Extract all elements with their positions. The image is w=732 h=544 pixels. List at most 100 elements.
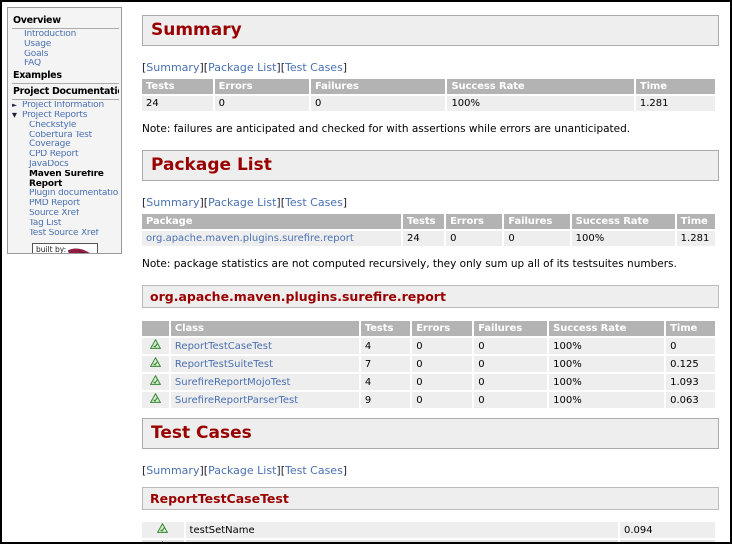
sidebar-item-label: Report [29,178,63,189]
col-status [142,321,169,336]
col-tests: Tests [142,79,213,94]
nav-link-summary[interactable]: Summary [146,464,199,477]
success-icon [149,392,162,403]
table-row: testSetTestCases 0 [142,540,715,542]
col-errors: Errors [214,79,309,94]
sidebar-section-project-documentation: Project Documentation [12,85,119,101]
class-table: Class Tests Errors Failures Success Rate… [142,319,717,410]
class-link[interactable]: SurefireReportParserTest [175,395,298,406]
sidebar-item-javadocs[interactable]: JavaDocs [12,160,119,170]
main-content: Summary Summary Package List Test Cases Te… [142,2,719,542]
sidebar-item-label: Coverage [29,139,71,150]
class-success-rate: 100% [549,356,665,372]
package-success-rate: 100% [571,231,675,246]
sidebar-item-plugin-documentation[interactable]: Plugin documentation [12,189,119,199]
package-link[interactable]: org.apache.maven.plugins.surefire.report [146,233,354,244]
built-by-maven-logo[interactable]: built by: maven [32,243,98,254]
sidebar-item-faq[interactable]: FAQ [12,59,119,69]
sidebar-section-examples: Examples [12,69,119,85]
col-class: Class [170,321,359,336]
test-class-heading: ReportTestCaseTest [142,487,719,510]
maven-feather-icon [68,248,90,253]
col-failures: Failures [474,321,548,336]
sidebar-item-tag-list[interactable]: Tag List [12,219,119,229]
class-failures: 0 [474,392,548,408]
table-header-row: Package Tests Errors Failures Success Ra… [142,214,715,229]
sidebar-item-introduction[interactable]: Introduction [12,30,119,40]
col-errors: Errors [446,214,503,229]
table-row: 24 0 0 100% 1.281 [142,96,715,111]
nav-link-test-cases[interactable]: Test Cases [285,196,343,209]
success-icon [149,374,162,385]
table-row: testSetName 0.094 [142,522,715,538]
package-errors: 0 [446,231,503,246]
class-link[interactable]: ReportTestSuiteTest [175,359,273,370]
class-success-rate: 100% [549,374,665,390]
col-failures: Failures [504,214,570,229]
test-time: 0 [619,540,715,542]
class-success-rate: 100% [549,338,665,354]
sidebar-item-usage[interactable]: Usage [12,40,119,50]
class-errors: 0 [412,338,473,354]
sidebar-item-cpd-report[interactable]: CPD Report [12,150,119,160]
table-row: SurefireReportParserTest 9 0 0 100% 0.06… [142,392,715,408]
package-list-heading: Package List [142,150,719,181]
col-time: Time [635,79,715,94]
sidebar: Overview Introduction Usage Goals FAQ Ex… [7,7,122,254]
sidebar-item-source-xref[interactable]: Source Xref [12,209,119,219]
nav-link-summary[interactable]: Summary [146,61,199,74]
class-errors: 0 [412,356,473,372]
nav-link-package-list[interactable]: Package List [208,196,276,209]
nav-link-test-cases[interactable]: Test Cases [285,61,343,74]
summary-time: 1.281 [635,96,715,111]
class-tests: 4 [360,338,411,354]
summary-note: Note: failures are anticipated and check… [142,123,631,135]
table-row: ReportTestCaseTest 4 0 0 100% 0 [142,338,715,354]
sidebar-item-project-reports[interactable]: ▼ Project Reports [12,111,119,121]
test-cases-heading: Test Cases [142,418,719,449]
package-list-table: Package Tests Errors Failures Success Ra… [142,212,717,248]
sidebar-item-project-information[interactable]: ► Project Information [12,101,119,111]
table-header-row: Class Tests Errors Failures Success Rate… [142,321,715,336]
table-row: ReportTestSuiteTest 7 0 0 100% 0.125 [142,356,715,372]
section-nav-links: Summary Package List Test Cases [142,464,719,478]
expanded-arrow-icon[interactable]: ▼ [12,111,17,121]
package-failures: 0 [504,231,570,246]
sidebar-item-maven-surefire-report-current: Maven Surefire Report [12,170,119,190]
sidebar-item-checkstyle[interactable]: Checkstyle [12,121,119,131]
sidebar-item-cobertura-test-coverage[interactable]: Cobertura Test Coverage [12,131,119,151]
summary-failures: 0 [310,96,446,111]
collapsed-arrow-icon[interactable]: ► [12,101,17,111]
summary-tests: 24 [142,96,213,111]
package-tests: 24 [402,231,445,246]
built-by-label: built by: [36,245,67,254]
class-link[interactable]: SurefireReportMojoTest [175,377,291,388]
class-tests: 9 [360,392,411,408]
success-icon [149,338,162,349]
nav-link-package-list[interactable]: Package List [208,464,276,477]
test-name: testSetTestCases [185,540,618,542]
sidebar-item-goals[interactable]: Goals [12,50,119,60]
summary-table: Tests Errors Failures Success Rate Time … [142,77,717,113]
col-tests: Tests [402,214,445,229]
sidebar-item-pmd-report[interactable]: PMD Report [12,199,119,209]
nav-link-summary[interactable]: Summary [146,196,199,209]
sidebar-item-test-source-xref[interactable]: Test Source Xref [12,229,119,239]
col-success-rate: Success Rate [549,321,665,336]
success-icon [157,522,169,533]
test-time: 0.094 [619,522,715,538]
package-detail-heading: org.apache.maven.plugins.surefire.report [142,285,719,308]
sidebar-section-overview: Overview [12,14,119,29]
summary-heading: Summary [142,15,719,46]
col-package: Package [142,214,401,229]
success-icon [162,540,164,542]
section-nav-links: Summary Package List Test Cases [142,61,719,75]
col-failures: Failures [310,79,446,94]
nav-link-package-list[interactable]: Package List [208,61,276,74]
class-link[interactable]: ReportTestCaseTest [175,341,272,352]
nav-link-test-cases[interactable]: Test Cases [285,464,343,477]
table-row: SurefireReportMojoTest 4 0 0 100% 1.093 [142,374,715,390]
class-time: 0.063 [666,392,715,408]
col-tests: Tests [360,321,411,336]
col-time: Time [666,321,715,336]
